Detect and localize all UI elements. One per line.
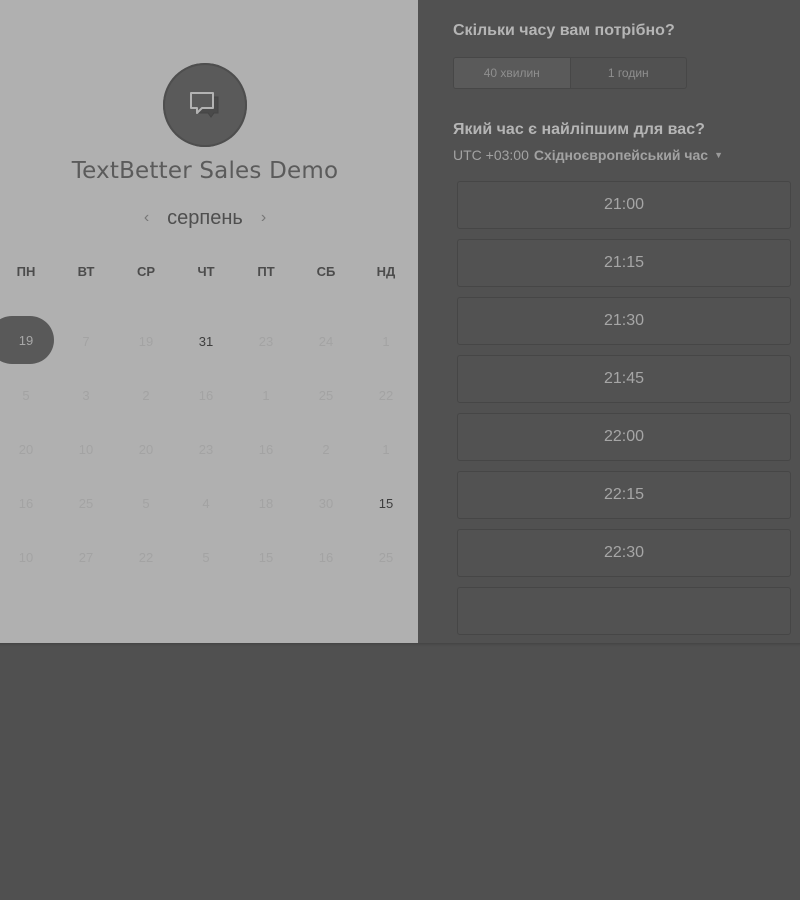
time-slot[interactable]: 22:30	[457, 529, 791, 577]
calendar-day: 20	[138, 442, 154, 457]
calendar-day: 27	[78, 550, 94, 565]
calendar-day: 23	[198, 442, 214, 457]
page-background	[0, 647, 800, 900]
duration-option-40min[interactable]: 40 хвилин	[454, 58, 571, 88]
calendar-day: 16	[18, 496, 34, 511]
calendar-panel: TextBetter Sales Demo ‹ серпень › ПН ВТ …	[0, 0, 418, 643]
calendar-day: 2	[322, 442, 330, 457]
month-label: серпень	[167, 206, 243, 229]
calendar-day: 4	[202, 496, 210, 511]
weekday-thu: ЧТ	[197, 264, 215, 279]
calendar-day: 20	[18, 442, 34, 457]
chevron-left-icon[interactable]: ‹	[142, 209, 151, 227]
timezone-name: Східноєвропейський час	[533, 147, 709, 163]
time-slot[interactable]: 21:45	[457, 355, 791, 403]
weekday-sat: СБ	[316, 264, 336, 279]
duration-title: Скільки часу вам потрібно?	[453, 22, 675, 39]
calendar-day-available[interactable]: 15	[366, 494, 406, 514]
company-name: TextBetter Sales Demo	[71, 158, 339, 184]
weekday-header: ПН ВТ СР ЧТ ПТ СБ НД	[0, 264, 418, 282]
calendar-day: 19	[138, 334, 154, 349]
calendar-day: 2	[142, 388, 150, 403]
calendar-day: 10	[78, 442, 94, 457]
month-navigation: ‹ серпень ›	[0, 203, 410, 233]
time-slot-partial[interactable]	[457, 587, 791, 635]
weekday-sun: НД	[376, 264, 396, 279]
weekday-tue: ВТ	[77, 264, 95, 279]
calendar-day: 1	[382, 442, 390, 457]
calendar-day: 22	[138, 550, 154, 565]
time-selection-panel: Скільки часу вам потрібно? 40 хвилин 1 г…	[418, 0, 800, 643]
calendar-day: 5	[22, 388, 30, 403]
calendar-day: 23	[258, 334, 274, 349]
time-slot[interactable]: 21:30	[457, 297, 791, 345]
chat-bubble-icon	[190, 92, 219, 118]
calendar-day: 24	[318, 334, 334, 349]
calendar-day: 25	[378, 550, 394, 565]
calendar-day: 30	[318, 496, 334, 511]
calendar-day: 16	[318, 550, 334, 565]
timezone-offset: UTC +03:00	[453, 147, 529, 163]
company-logo	[163, 63, 247, 147]
calendar-day: 22	[378, 388, 394, 403]
calendar-day: 25	[78, 496, 94, 511]
duration-toggle: 40 хвилин 1 годин	[453, 57, 687, 89]
calendar-day: 16	[258, 442, 274, 457]
calendar-day: 16	[198, 388, 214, 403]
caret-down-icon: ▼	[714, 150, 723, 160]
calendar-day-selected[interactable]: 19	[6, 331, 46, 351]
timezone-selector[interactable]: UTC +03:00 Східноєвропейський час ▼	[453, 147, 723, 163]
chevron-right-icon[interactable]: ›	[259, 209, 268, 227]
calendar-day: 25	[318, 388, 334, 403]
calendar-day: 1	[382, 334, 390, 349]
calendar-day: 7	[82, 334, 90, 349]
calendar-day: 5	[142, 496, 150, 511]
weekday-mon: ПН	[16, 264, 36, 279]
time-slot[interactable]: 22:00	[457, 413, 791, 461]
time-slot[interactable]: 21:15	[457, 239, 791, 287]
calendar-day: 15	[258, 550, 274, 565]
calendar-day: 5	[202, 550, 210, 565]
time-slot[interactable]: 22:15	[457, 471, 791, 519]
weekday-wed: СР	[136, 264, 156, 279]
calendar-day: 18	[258, 496, 274, 511]
calendar-day: 10	[18, 550, 34, 565]
calendar-day: 1	[262, 388, 270, 403]
calendar-day-available[interactable]: 31	[186, 332, 226, 352]
duration-option-1hour[interactable]: 1 годин	[571, 58, 687, 88]
time-title: Який час є найліпшим для вас?	[453, 121, 705, 138]
time-slot[interactable]: 21:00	[457, 181, 791, 229]
calendar-day: 3	[82, 388, 90, 403]
weekday-fri: ПТ	[257, 264, 275, 279]
